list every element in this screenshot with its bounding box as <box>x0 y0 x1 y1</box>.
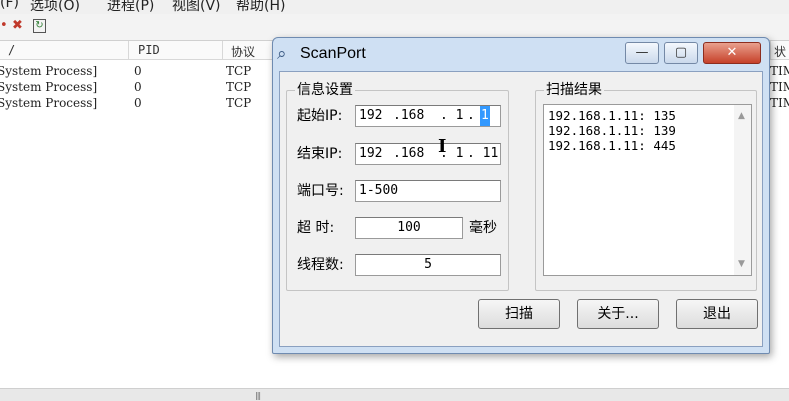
dialog-client-area: 信息设置 起始IP: 192 .168 . 1 . 1 结束IP: 192 .1… <box>279 71 763 347</box>
list-item[interactable]: 192.168.1.11: 135 <box>548 108 676 123</box>
list-item[interactable]: 192.168.1.11: 139 <box>548 123 676 138</box>
timeout-field[interactable]: 100 <box>355 217 463 239</box>
end-ip-field[interactable]: 192 .168 . 1 . 11 <box>355 143 501 165</box>
col-pid-header[interactable]: PID <box>138 43 160 57</box>
about-button[interactable]: 关于... <box>577 299 659 329</box>
start-ip-octet-1[interactable]: 192 <box>359 106 382 126</box>
start-ip-octet-2[interactable]: .168 <box>393 106 424 126</box>
row-protocol: TCP <box>226 96 252 110</box>
row-state: TIM <box>770 64 789 78</box>
menu-file[interactable]: (F) <box>0 0 19 11</box>
row-process-name: System Process] <box>0 80 98 94</box>
row-process-name: System Process] <box>0 64 98 78</box>
row-pid: 0 <box>134 96 142 110</box>
settings-group: 信息设置 起始IP: 192 .168 . 1 . 1 结束IP: 192 .1… <box>286 82 509 291</box>
end-ip-octet-4[interactable]: . 11 <box>467 144 498 164</box>
menu-help[interactable]: 帮助(H) <box>236 0 285 14</box>
threads-field[interactable]: 5 <box>355 254 501 276</box>
menu-view[interactable]: 视图(V) <box>172 0 221 14</box>
results-list[interactable]: 192.168.1.11: 135 192.168.1.11: 139 192.… <box>543 104 752 276</box>
scroll-grip-icon[interactable]: ||| <box>255 391 261 400</box>
row-state: TIM <box>770 80 789 94</box>
row-protocol: TCP <box>226 80 252 94</box>
threads-value: 5 <box>424 257 432 272</box>
text-cursor-icon: I <box>438 136 447 157</box>
start-ip-octet-3[interactable]: . 1 <box>440 106 463 126</box>
timeout-label: 超 时: <box>297 220 335 236</box>
refresh-icon[interactable]: ↻ <box>33 19 46 33</box>
close-icon[interactable]: • <box>0 18 8 34</box>
dialog-titlebar[interactable]: ⌕ ScanPort — ▢ ✕ <box>273 38 769 70</box>
maximize-button[interactable]: ▢ <box>664 42 698 64</box>
results-group: 扫描结果 192.168.1.11: 135 192.168.1.11: 139… <box>535 82 757 291</box>
horizontal-scrollbar[interactable]: ||| <box>0 388 789 401</box>
start-ip-dot: . <box>467 108 475 123</box>
start-ip-field[interactable]: 192 .168 . 1 . 1 <box>355 105 501 127</box>
menu-bar: (F) 选项(O) 进程(P) 视图(V) 帮助(H) <box>0 0 789 14</box>
magnifier-icon: ⌕ <box>277 44 287 64</box>
timeout-value: 100 <box>397 220 421 235</box>
kill-icon[interactable]: ✖ <box>12 18 23 34</box>
end-ip-octet-1[interactable]: 192 <box>359 144 382 164</box>
end-ip-octet-2[interactable]: .168 <box>393 144 424 164</box>
close-button[interactable]: ✕ <box>703 42 761 64</box>
exit-button[interactable]: 退出 <box>676 299 758 329</box>
col-name-header[interactable]: / <box>8 43 15 57</box>
results-group-label: 扫描结果 <box>544 82 604 98</box>
row-process-name: System Process] <box>0 96 98 110</box>
threads-label: 线程数: <box>297 257 344 273</box>
list-item[interactable]: 192.168.1.11: 445 <box>548 138 676 153</box>
scroll-up-icon[interactable]: ▲ <box>738 111 745 121</box>
row-protocol: TCP <box>226 64 252 78</box>
minimize-button[interactable]: — <box>625 42 659 64</box>
col-protocol-header[interactable]: 协议 <box>231 43 255 60</box>
timeout-unit-label: 毫秒 <box>469 220 497 236</box>
results-scrollbar[interactable]: ▲ ▼ <box>734 105 751 275</box>
col-state-header[interactable]: 状 <box>774 43 786 60</box>
scroll-down-icon[interactable]: ▼ <box>738 259 745 269</box>
row-state: TIM <box>770 96 789 110</box>
row-pid: 0 <box>134 80 142 94</box>
end-ip-label: 结束IP: <box>297 146 343 162</box>
port-range-field[interactable]: 1-500 <box>355 180 501 202</box>
scanport-dialog: ⌕ ScanPort — ▢ ✕ 信息设置 起始IP: 192 .168 . 1… <box>272 37 770 354</box>
menu-options[interactable]: 选项(O) <box>30 0 80 14</box>
scan-button[interactable]: 扫描 <box>478 299 560 329</box>
menu-process[interactable]: 进程(P) <box>107 0 154 14</box>
dialog-title: ScanPort <box>300 45 366 62</box>
start-ip-label: 起始IP: <box>297 108 343 124</box>
settings-group-label: 信息设置 <box>295 82 355 98</box>
start-ip-octet-4[interactable]: 1 <box>480 106 490 126</box>
port-label: 端口号: <box>297 183 344 199</box>
port-range-value: 1-500 <box>359 183 399 198</box>
row-pid: 0 <box>134 64 142 78</box>
